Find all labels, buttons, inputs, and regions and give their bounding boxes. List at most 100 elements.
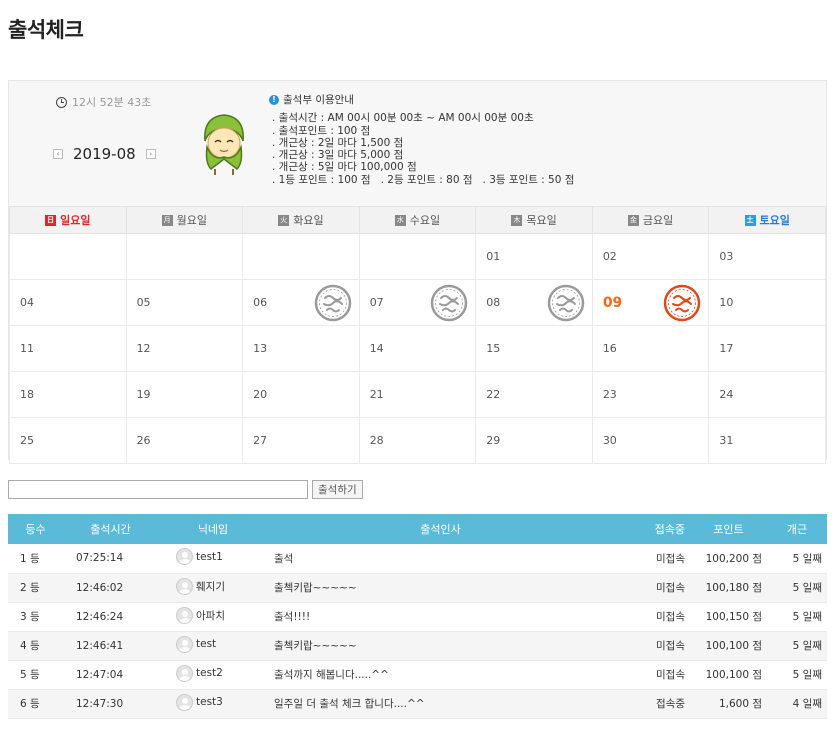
table-row: 4 등 12:46:41 test 출첵키랍~~~~~ 미접속 100,100 점5 일째 [8, 631, 827, 661]
time-cell: 07:25:14 [63, 544, 158, 574]
calendar-day[interactable]: 29 [475, 417, 593, 464]
point-cell: 1,600 점 [690, 689, 767, 719]
day-number: 29 [486, 434, 501, 447]
table-row: 1 등 07:25:14 test1 출석 미접속 100,200 점5 일째 [8, 544, 827, 574]
weekday-label: 목요일 [526, 214, 557, 228]
nickname[interactable]: 아파치 [196, 608, 225, 623]
nickname-cell: test1 [158, 544, 268, 574]
calendar-day[interactable]: 01 [475, 233, 593, 280]
weekday-label: 일요일 [60, 214, 91, 228]
notice-line: . 1등 포인트 : 100 점 . 2등 포인트 : 80 점 . 3등 포인… [272, 173, 575, 186]
streak-cell: 5 일째 [767, 631, 827, 661]
clock-icon [56, 96, 67, 108]
calendar-day[interactable]: 04 [9, 279, 127, 326]
calendar-day [9, 233, 127, 280]
rank-cell: 4 등 [8, 631, 63, 661]
info-header: 12시 52분 43초 ‹ 2019-08 › ! 출석부 이용안내 . 출석시… [9, 81, 826, 206]
day-number: 15 [486, 342, 501, 355]
calendar-day[interactable]: 17 [708, 325, 826, 372]
weekday-saturday: 土 토요일 [708, 206, 826, 234]
calendar-day[interactable]: 05 [125, 279, 244, 326]
point-cell: 100,200 점 [690, 544, 767, 574]
calendar-day[interactable]: 24 [708, 371, 826, 418]
calendar-day[interactable]: 15 [475, 325, 593, 372]
weekday-badge: 火 [278, 214, 290, 226]
day-number: 09 [602, 294, 623, 311]
calendar-day[interactable]: 09 [591, 279, 710, 326]
calendar-day[interactable]: 27 [242, 417, 360, 464]
clock: 12시 52분 43초 [56, 94, 151, 110]
day-number: 14 [369, 342, 384, 355]
calendar-day[interactable]: 22 [475, 371, 593, 418]
avatar-icon [176, 577, 193, 595]
day-number: 20 [253, 388, 268, 401]
column-header: 출석시간 [63, 514, 158, 544]
day-number: 27 [253, 434, 268, 447]
calendar-day[interactable]: 06 [242, 279, 360, 326]
column-header: 포인트 [690, 514, 767, 544]
calendar-day[interactable]: 19 [125, 371, 244, 418]
calendar-day[interactable]: 10 [708, 279, 826, 326]
status-cell: 미접속 [613, 631, 690, 661]
day-number: 06 [253, 296, 268, 309]
nickname[interactable]: test2 [196, 667, 223, 679]
weekday-label: 화요일 [293, 214, 324, 228]
status-cell: 미접속 [613, 573, 690, 603]
status-cell: 미접속 [613, 660, 690, 690]
next-month-button[interactable]: › [145, 149, 156, 159]
weekday-label: 토요일 [759, 214, 790, 228]
nickname[interactable]: test3 [196, 696, 223, 708]
calendar-day[interactable]: 20 [242, 371, 360, 418]
calendar-day[interactable]: 16 [591, 325, 710, 372]
day-number: 23 [602, 388, 617, 401]
month-navigator: ‹ 2019-08 › [53, 145, 156, 163]
avatar-icon [176, 635, 193, 653]
weekday-label: 수요일 [409, 214, 441, 228]
day-number: 16 [602, 342, 617, 355]
calendar-day[interactable]: 26 [125, 417, 244, 464]
time-cell: 12:46:24 [63, 602, 158, 632]
calendar-day[interactable]: 08 [475, 279, 593, 326]
nickname-cell: test [158, 631, 268, 661]
greeting-cell: 출석!!!! [268, 602, 613, 632]
day-number: 22 [486, 388, 501, 401]
day-number: 12 [136, 342, 151, 355]
calendar-day[interactable]: 21 [358, 371, 477, 418]
day-number: 08 [486, 296, 501, 309]
day-number: 03 [719, 250, 734, 263]
calendar-day[interactable]: 25 [9, 417, 127, 464]
point-cell: 100,180 점 [690, 573, 767, 603]
calendar-day[interactable]: 12 [125, 325, 244, 372]
calendar-day[interactable]: 18 [9, 371, 127, 418]
table-row: 2 등 12:46:02 훼지기 출첵키랍~~~~~ 미접속 100,180 점5 일째 [8, 573, 827, 603]
day-number: 18 [20, 388, 34, 401]
calendar-day[interactable]: 23 [591, 371, 710, 418]
calendar-day[interactable]: 11 [9, 325, 127, 372]
nickname[interactable]: 훼지기 [196, 579, 225, 594]
calendar-day[interactable]: 07 [358, 279, 477, 326]
time-cell: 12:47:04 [63, 660, 158, 690]
weekday-thursday: 木 목요일 [475, 206, 593, 234]
streak-cell: 5 일째 [767, 660, 827, 690]
calendar-day[interactable]: 31 [708, 417, 826, 464]
prev-month-button[interactable]: ‹ [53, 149, 63, 159]
calendar-day[interactable]: 28 [358, 417, 477, 464]
notice-line: . 개근상 : 5일 마다 100,000 점 [272, 161, 417, 174]
calendar-day[interactable]: 13 [242, 325, 360, 372]
table-row: 6 등 12:47:30 test3 일주일 더 출석 체크 합니다....^^ 접속중… [8, 689, 827, 719]
streak-cell: 5 일째 [767, 573, 827, 603]
nickname-cell: test3 [158, 689, 268, 719]
column-header: 닉네임 [158, 514, 268, 544]
check-in-button[interactable]: 출석하기 [312, 480, 363, 499]
calendar-day[interactable]: 02 [591, 233, 710, 280]
calendar-day[interactable]: 30 [591, 417, 710, 464]
weekday-badge: 月 [161, 214, 173, 226]
calendar-day[interactable]: 14 [358, 325, 477, 372]
clock-text: 12시 52분 43초 [72, 96, 152, 109]
greeting-input[interactable] [8, 480, 308, 499]
notice-line: . 개근상 : 2일 마다 1,500 점 [272, 136, 404, 149]
calendar-day[interactable]: 03 [708, 233, 826, 280]
nickname[interactable]: test1 [196, 551, 223, 563]
day-number: 05 [136, 296, 151, 309]
nickname[interactable]: test [196, 638, 216, 650]
